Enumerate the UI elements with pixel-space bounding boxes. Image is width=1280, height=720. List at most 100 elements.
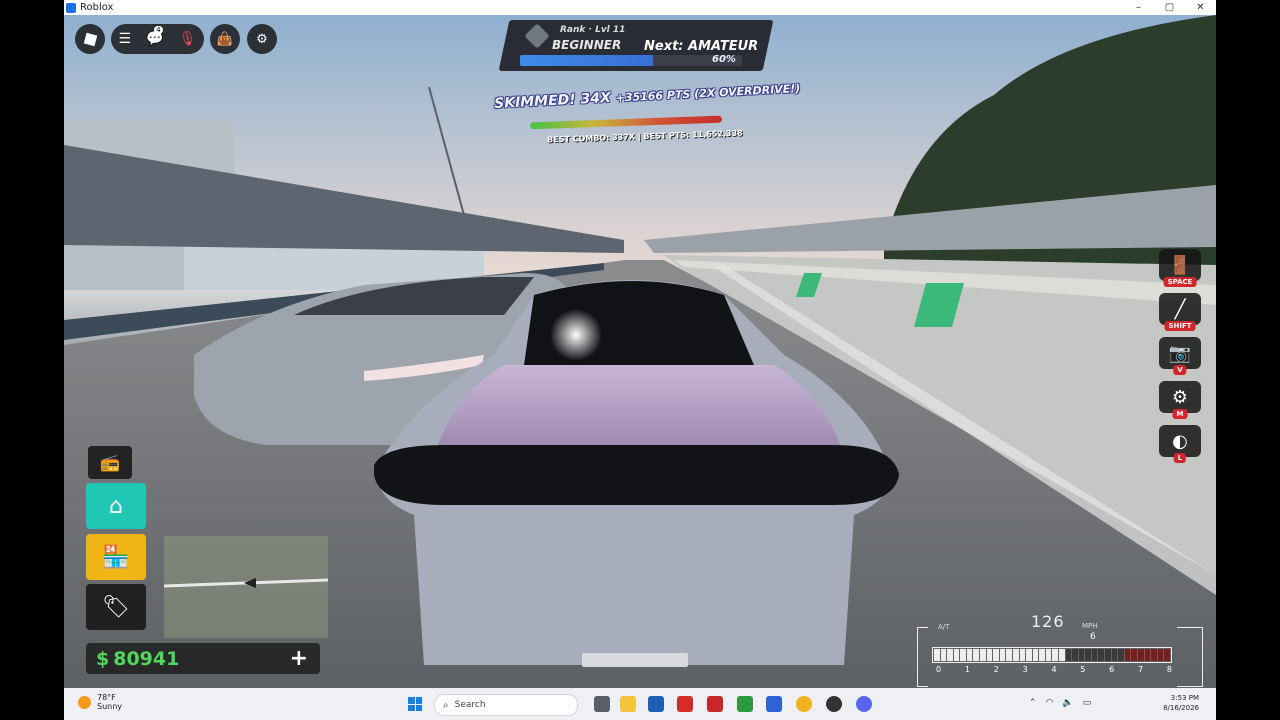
- obs-icon[interactable]: [826, 696, 842, 712]
- tach-segment: [1058, 649, 1065, 661]
- chrome-icon[interactable]: [796, 696, 812, 712]
- tach-segment: [986, 649, 993, 661]
- settings-button[interactable]: ⚙: [247, 24, 277, 54]
- tach-segment: [1019, 649, 1026, 661]
- system-tray: ⌃ ◠ 🔈 ▭: [1029, 698, 1091, 708]
- tach-tick: 4: [1051, 665, 1057, 674]
- key-hint-v: V: [1173, 365, 1187, 375]
- microphone-icon[interactable]: 🎙: [179, 31, 197, 47]
- clock-time: 3:53 PM: [1170, 694, 1199, 702]
- window-title: Roblox: [80, 2, 114, 13]
- roblox-taskbar-icon[interactable]: [766, 696, 782, 712]
- game-viewport[interactable]: ☰ 💬 4 🎙 👜 ⚙ Rank · Lvl 11 BEGINNER Next: …: [64, 15, 1216, 688]
- tach-segment: [960, 649, 966, 661]
- tach-segment: [1111, 649, 1118, 661]
- minimize-button[interactable]: –: [1123, 2, 1154, 13]
- tach-segment: [973, 649, 980, 661]
- tach-segment: [1052, 649, 1058, 661]
- speed-value: 126: [1031, 612, 1065, 631]
- maximize-button[interactable]: ▢: [1154, 2, 1185, 13]
- minimap[interactable]: [163, 536, 329, 638]
- add-money-button[interactable]: +: [290, 646, 308, 671]
- mcafee-icon[interactable]: [707, 696, 723, 712]
- tach-segment: [1039, 649, 1045, 661]
- sun-icon: [78, 695, 91, 709]
- rank-panel: Rank · Lvl 11 BEGINNER Next: AMATEUR 60%: [504, 20, 768, 71]
- rank-badge-icon: [524, 23, 550, 49]
- gear-icon: ⚙: [256, 31, 268, 47]
- backpack-button[interactable]: 👜: [210, 24, 240, 54]
- tach-tick: 2: [993, 665, 999, 674]
- handbrake-icon: ╱: [1174, 298, 1186, 320]
- tach-segment: [1026, 649, 1032, 661]
- roblox-app-icon: [66, 2, 76, 13]
- chat-icon[interactable]: 💬 4: [146, 26, 164, 47]
- money-display: $ 80941 +: [86, 643, 320, 674]
- start-button[interactable]: [408, 697, 422, 711]
- roblox-toolbar: ☰ 💬 4 🎙: [111, 24, 204, 54]
- menu-icon[interactable]: ☰: [119, 31, 132, 47]
- taskbar-search[interactable]: ⌕ Search: [434, 694, 578, 716]
- tach-segment: [1105, 649, 1111, 661]
- player-arrow-icon: [244, 578, 256, 588]
- rank-progress-text: 60%: [712, 54, 736, 65]
- tach-segment: [1157, 649, 1164, 661]
- headlights-button[interactable]: ◐ L: [1159, 425, 1201, 463]
- tach-tick: 3: [1022, 665, 1028, 674]
- camera-icon: 📷: [1168, 342, 1192, 364]
- radio-icon: 📻: [100, 453, 120, 472]
- tach-tick: 7: [1138, 665, 1144, 674]
- tach-segment: [1164, 649, 1170, 661]
- handbrake-button[interactable]: ╱ SHIFT: [1159, 293, 1201, 331]
- garage-icon: ⌂: [109, 493, 123, 519]
- camera-button[interactable]: 📷 V: [1159, 337, 1201, 375]
- tach-segment: [1118, 649, 1124, 661]
- tach-tick: 5: [1080, 665, 1086, 674]
- tach-tick: 6: [1109, 665, 1115, 674]
- key-hint-m: M: [1172, 409, 1188, 419]
- search-icon: ⌕: [443, 699, 449, 711]
- tach-segment: [966, 649, 973, 661]
- windows-taskbar: 78°F Sunny ⌕ Search ⌃ ◠ 🔈 ▭ 3:53 PM 8/16…: [64, 688, 1216, 720]
- transmission-button[interactable]: ⚙ M: [1159, 381, 1201, 419]
- tachometer-bar: [932, 647, 1172, 663]
- close-button[interactable]: ✕: [1185, 2, 1216, 13]
- task-view-icon[interactable]: [594, 696, 610, 712]
- player-car-hood: [434, 365, 844, 455]
- screen: Roblox – ▢ ✕ ☰ 💬 4 🎙 👜 ⚙ Rank · Lvl 11 B…: [0, 0, 1280, 720]
- battery-icon[interactable]: ▭: [1083, 698, 1092, 708]
- clock[interactable]: 3:53 PM 8/16/2026: [1149, 693, 1199, 713]
- tach-segment: [1144, 649, 1151, 661]
- weather-widget[interactable]: 78°F Sunny: [78, 693, 122, 711]
- exit-vehicle-button[interactable]: 🚪 SPACE: [1159, 249, 1201, 287]
- rank-level-label: Rank · Lvl 11: [560, 25, 626, 35]
- speaker-icon[interactable]: 🔈: [1062, 698, 1073, 708]
- roblox-menu-button[interactable]: [75, 24, 105, 54]
- tach-segment: [1072, 649, 1078, 661]
- radio-button[interactable]: 📻: [88, 446, 132, 479]
- sun-glare: [550, 309, 602, 361]
- garage-button[interactable]: ⌂: [86, 483, 146, 529]
- rank-name: BEGINNER: [552, 38, 622, 52]
- wifi-icon[interactable]: ◠: [1046, 698, 1054, 708]
- app-l-icon[interactable]: [677, 696, 693, 712]
- rank-next: Next: AMATEUR: [644, 39, 759, 54]
- store-icon[interactable]: [648, 696, 664, 712]
- tach-segment: [980, 649, 986, 661]
- xbox-icon[interactable]: [737, 696, 753, 712]
- tach-segment: [1091, 649, 1098, 661]
- discord-icon[interactable]: [856, 696, 872, 712]
- tach-tick: 0: [936, 665, 942, 674]
- tach-segment: [1137, 649, 1144, 661]
- file-explorer-icon[interactable]: [620, 696, 636, 712]
- money-amount: 80941: [113, 647, 180, 670]
- dealer-button[interactable]: 🏷: [86, 584, 146, 630]
- tach-segment: [999, 649, 1006, 661]
- rank-progress-bar: [520, 55, 742, 66]
- player-car-spoiler: [374, 445, 899, 505]
- chat-badge: 4: [154, 26, 163, 34]
- tach-tick: 8: [1166, 665, 1172, 674]
- shop-button[interactable]: 🏪: [86, 534, 146, 580]
- tach-segment: [1012, 649, 1019, 661]
- chevron-up-icon[interactable]: ⌃: [1029, 698, 1037, 708]
